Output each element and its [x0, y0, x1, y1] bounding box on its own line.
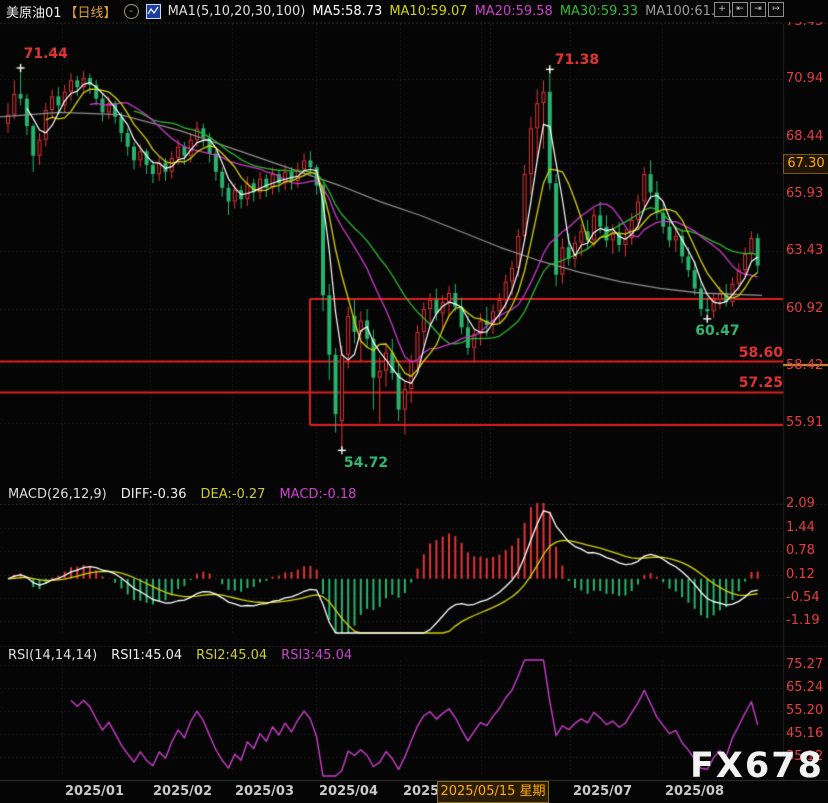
macd-value: MACD:-0.18	[279, 487, 356, 502]
ma5-value: MA5:58.73	[312, 4, 382, 19]
rsi-header: RSI(14,14,14) RSI1:45.04 RSI2:45.04 RSI3…	[8, 648, 352, 663]
time-axis-label: 2025/02	[153, 784, 212, 799]
price-axis-label: 63.43	[786, 243, 823, 258]
rsi-axis-label: 55.20	[786, 703, 823, 718]
macd-dea-value: DEA:-0.27	[201, 487, 266, 502]
macd-diff-value: DIFF:-0.36	[121, 487, 187, 502]
rsi-axis-label: 75.27	[786, 657, 823, 672]
chart-header: 美原油01 【日线】 - MA1(5,10,20,30,100) MA5:58.…	[0, 0, 828, 22]
price-axis-label: 60.92	[786, 301, 823, 316]
time-axis-label: 2025/03	[235, 784, 294, 799]
macd-axis-label: 0.78	[786, 543, 815, 558]
rsi2-value: RSI2:45.04	[196, 648, 267, 663]
crosshair-price-box: 67.30	[783, 154, 828, 174]
period-label[interactable]: 【日线】	[65, 2, 117, 21]
macd-header: MACD(26,12,9) DIFF:-0.36 DEA:-0.27 MACD:…	[8, 487, 356, 502]
ma-settings-label[interactable]: MA1(5,10,20,30,100)	[168, 4, 306, 19]
price-annotation: 71.44	[24, 46, 68, 62]
price-axis-label: 68.44	[786, 129, 823, 144]
rsi-axis-label: 65.24	[786, 680, 823, 695]
level-label-5860[interactable]: 58.60	[739, 345, 783, 361]
macd-axis-label: 1.44	[786, 520, 815, 535]
trading-app-window: 美原油01 【日线】 - MA1(5,10,20,30,100) MA5:58.…	[0, 0, 828, 803]
macd-axis-label: -0.54	[786, 590, 820, 605]
price-axis-label: 58.42	[786, 358, 823, 373]
fx678-watermark: FX678	[690, 746, 824, 786]
time-axis-label: 2025/01	[65, 784, 124, 799]
macd-axis-label: 0.12	[786, 567, 815, 582]
rsi3-value: RSI3:45.04	[281, 648, 352, 663]
rsi1-value: RSI1:45.04	[111, 648, 182, 663]
ma30-value: MA30:59.33	[560, 4, 638, 19]
time-axis-label: 2025/04	[319, 784, 378, 799]
price-annotation: 60.47	[695, 323, 739, 339]
ma20-value: MA20:59.58	[475, 4, 553, 19]
price-axis-label: 65.93	[786, 186, 823, 201]
ma10-value: MA10:59.07	[389, 4, 467, 19]
time-axis-label: 2025/07	[573, 784, 632, 799]
crosshair-date-box: 2025/05/15 星期四	[437, 781, 549, 803]
price-axis-label: 55.91	[786, 415, 823, 430]
macd-params[interactable]: MACD(26,12,9)	[8, 487, 107, 502]
symbol-name[interactable]: 美原油01	[6, 2, 62, 21]
pan-left-icon[interactable]: ⇤	[732, 2, 748, 17]
chart-canvas[interactable]	[0, 0, 828, 803]
chart-toolbar: + ⇤ ⇥ ↦	[714, 2, 784, 17]
macd-axis-label: 2.09	[786, 496, 815, 511]
pan-right-icon[interactable]: ⇥	[750, 2, 766, 17]
chart-type-icon[interactable]	[146, 4, 161, 19]
time-axis-label: 2025/08	[665, 784, 724, 799]
rsi-axis-label: 45.16	[786, 726, 823, 741]
expand-right-icon[interactable]: ↦	[768, 2, 784, 17]
crosshair-icon[interactable]: +	[714, 2, 730, 17]
collapse-icon[interactable]: -	[124, 4, 139, 19]
price-annotation: 54.72	[344, 455, 388, 471]
price-annotation: 71.38	[555, 52, 599, 68]
level-label-5725[interactable]: 57.25	[739, 375, 783, 391]
rsi-params[interactable]: RSI(14,14,14)	[8, 648, 97, 663]
macd-axis-label: -1.19	[786, 613, 820, 628]
price-axis-label: 70.94	[786, 71, 823, 86]
